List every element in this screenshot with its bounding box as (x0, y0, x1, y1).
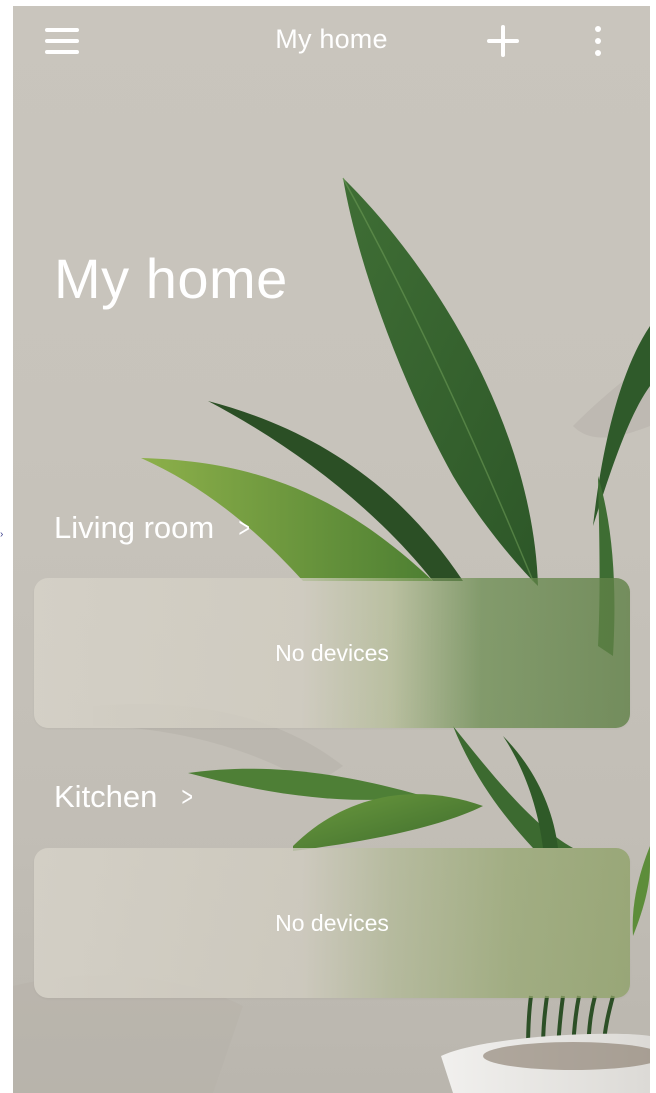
room-status: No devices (275, 639, 389, 666)
home-screen: My home My home Living room > No devices… (13, 6, 650, 1093)
room-header-kitchen[interactable]: Kitchen > (54, 779, 196, 815)
room-status: No devices (275, 909, 389, 936)
app-bar-title: My home (275, 24, 388, 54)
room-card-living-room[interactable]: No devices (34, 578, 630, 728)
home-title: My home (54, 247, 288, 310)
chevron-right-icon: > (181, 781, 194, 812)
vertical-ellipsis-icon[interactable] (587, 24, 611, 60)
plus-icon[interactable] (483, 22, 523, 62)
chevron-right-icon: > (238, 512, 251, 543)
room-card-kitchen[interactable]: No devices (34, 848, 630, 998)
room-header-living-room[interactable]: Living room > (54, 510, 253, 546)
top-app-bar: My home (13, 6, 650, 70)
room-name: Living room (54, 510, 215, 545)
edge-arrow-mark: › (0, 529, 4, 540)
room-name: Kitchen (54, 779, 158, 814)
